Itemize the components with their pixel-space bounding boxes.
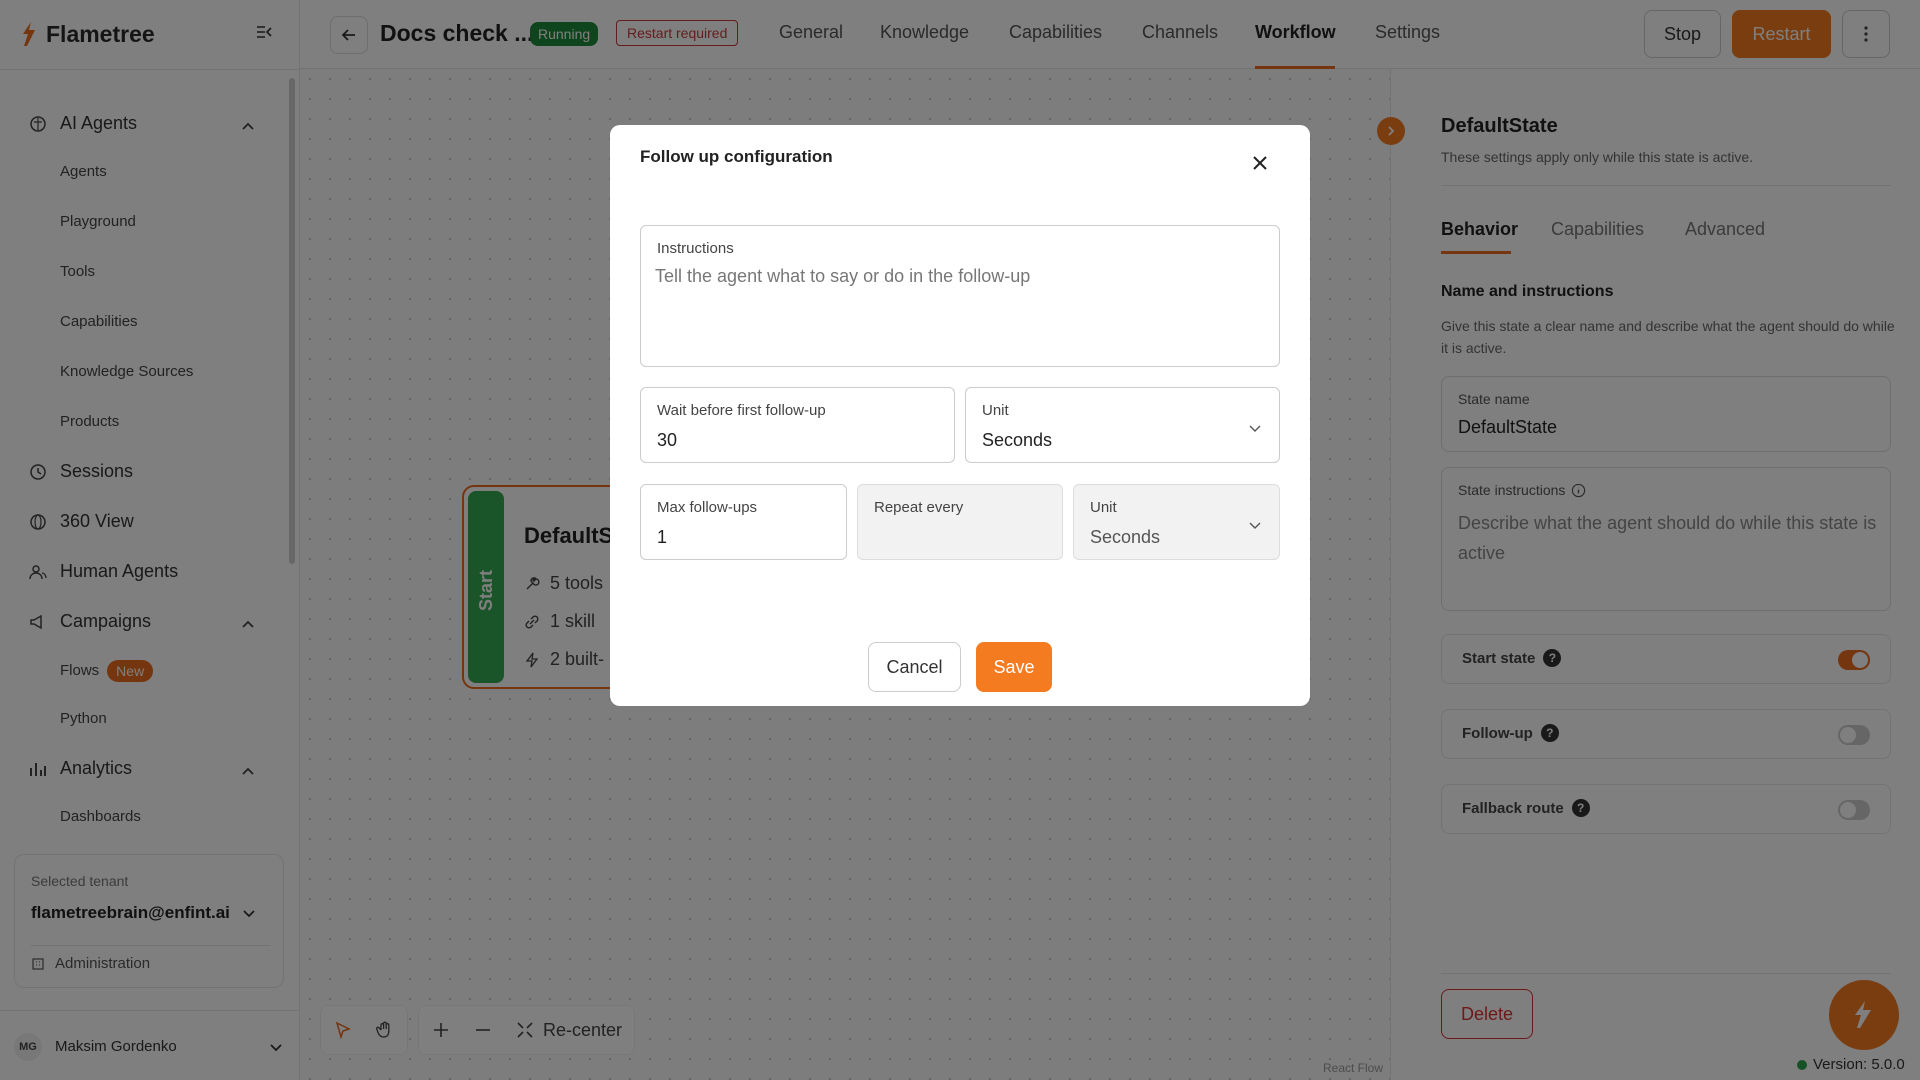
wait-field[interactable]: Wait before first follow-up 30 [640, 387, 955, 463]
chevron-down-icon [1249, 522, 1261, 529]
instructions-field: Instructions [640, 225, 1280, 367]
repeat-unit-label: Unit [1090, 499, 1117, 516]
follow-up-config-modal: Follow up configuration Instructions Wai… [610, 125, 1310, 706]
max-follow-ups-value: 1 [657, 527, 668, 547]
max-follow-ups-field[interactable]: Max follow-ups 1 [640, 484, 847, 560]
wait-unit-select[interactable]: Unit Seconds [965, 387, 1280, 463]
close-icon [1253, 156, 1267, 170]
cancel-button[interactable]: Cancel [868, 642, 961, 692]
modal-title: Follow up configuration [640, 147, 833, 166]
wait-unit-value: Seconds [982, 430, 1053, 450]
chevron-down-icon [1249, 425, 1261, 432]
close-button[interactable] [1246, 149, 1274, 177]
instructions-input[interactable] [655, 266, 1255, 346]
instructions-label: Instructions [657, 240, 734, 257]
repeat-unit-value: Seconds [1090, 527, 1161, 547]
wait-value: 30 [657, 430, 678, 450]
save-button[interactable]: Save [976, 642, 1052, 692]
wait-label: Wait before first follow-up [657, 402, 826, 419]
repeat-unit-select[interactable]: Unit Seconds [1073, 484, 1280, 560]
repeat-every-field[interactable]: Repeat every [857, 484, 1063, 560]
repeat-every-label: Repeat every [874, 499, 964, 516]
wait-unit-label: Unit [982, 402, 1009, 419]
max-follow-ups-label: Max follow-ups [657, 499, 758, 516]
